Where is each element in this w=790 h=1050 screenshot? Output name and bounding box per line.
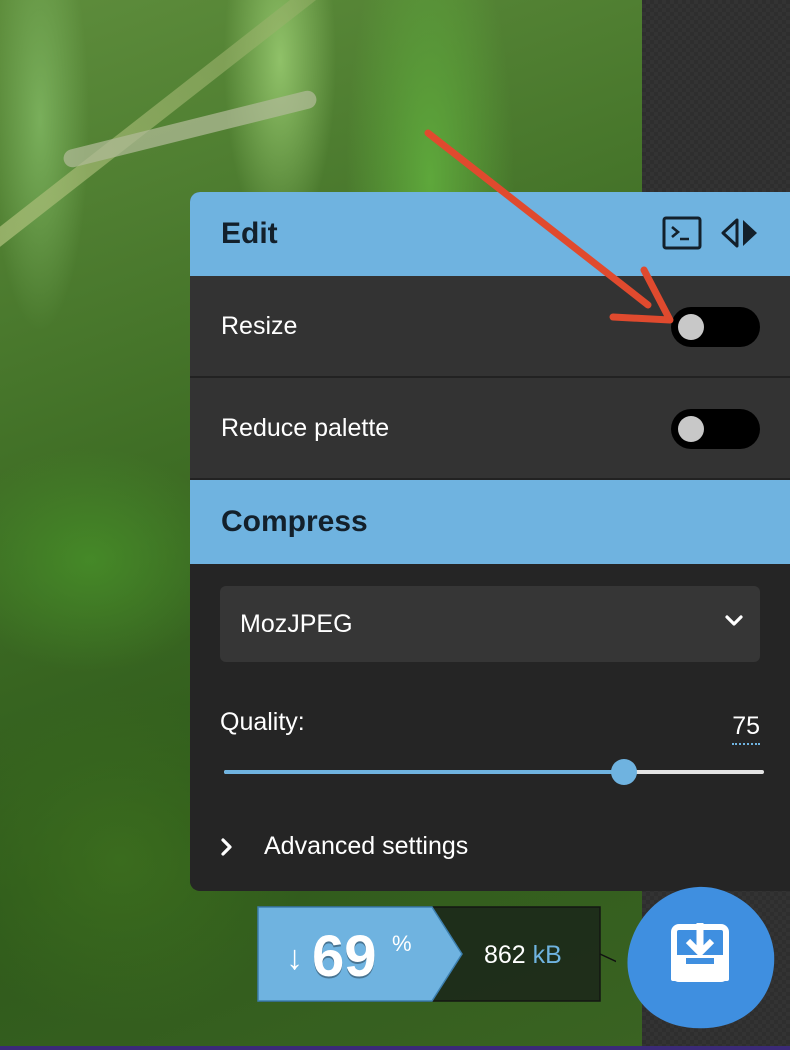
download-button[interactable] [624, 883, 776, 1031]
savings-number: 69 [312, 924, 377, 989]
output-size: 862 kB [484, 941, 562, 970]
savings-unit: % [392, 931, 412, 956]
output-size-value: 862 [484, 941, 526, 969]
savings-arrow: ↓ [286, 939, 303, 977]
savings-badge: ↓ 69 % [256, 905, 461, 1003]
output-size-unit: kB [532, 941, 562, 969]
